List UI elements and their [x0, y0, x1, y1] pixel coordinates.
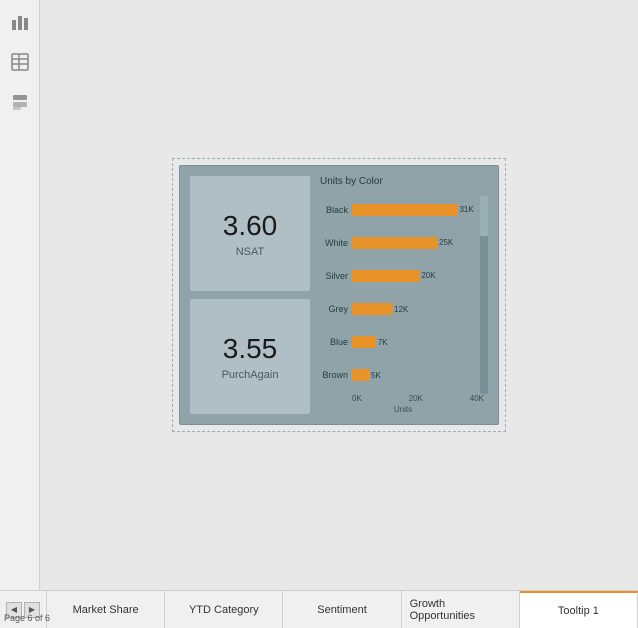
- bar-fill: [352, 303, 393, 315]
- bar-value: 12K: [394, 305, 408, 314]
- layers-icon[interactable]: [8, 90, 32, 114]
- bar-label: Blue: [318, 337, 348, 347]
- bar-value: 5K: [371, 371, 381, 380]
- chart-scrollbar[interactable]: [480, 196, 488, 394]
- nsat-label: NSAT: [236, 246, 265, 258]
- left-panel: 3.60 NSAT 3.55 PurchAgain: [190, 176, 310, 414]
- bar-track: 7K: [352, 336, 488, 348]
- purch-again-label: PurchAgain: [222, 369, 279, 381]
- bar-fill: [352, 369, 370, 381]
- bar-fill: [352, 336, 376, 348]
- bar-label: Black: [318, 205, 348, 215]
- bar-row: Grey 12K: [318, 300, 488, 318]
- bar-value: 25K: [439, 238, 453, 247]
- tab-market-share[interactable]: Market Share: [47, 591, 165, 628]
- purch-again-box: 3.55 PurchAgain: [190, 299, 310, 414]
- nsat-box: 3.60 NSAT: [190, 176, 310, 291]
- bar-row: Black 31K: [318, 201, 488, 219]
- units-by-color-chart: Units by Color Black 31K White 25K Silver 20K…: [318, 176, 488, 414]
- bar-track: 12K: [352, 303, 488, 315]
- chart-area: Black 31K White 25K Silver 20K Grey 12K Blue 7K Br…: [318, 193, 488, 392]
- tooltip-card: 3.60 NSAT 3.55 PurchAgain Units by Color…: [179, 165, 499, 425]
- page-indicator: Page 6 of 6: [0, 608, 50, 628]
- page-label: Page 6 of 6: [4, 613, 50, 623]
- bar-fill: [352, 270, 420, 282]
- axis-title: Units: [318, 405, 488, 414]
- bar-value: 31K: [459, 205, 473, 214]
- bar-label: White: [318, 238, 348, 248]
- tab-tooltip-1[interactable]: Tooltip 1: [520, 591, 638, 628]
- bar-fill: [352, 204, 458, 216]
- bar-row: Brown 5K: [318, 366, 488, 384]
- bar-label: Silver: [318, 271, 348, 281]
- chart-title: Units by Color: [318, 176, 488, 187]
- nsat-value: 3.60: [223, 210, 278, 242]
- purch-again-value: 3.55: [223, 333, 278, 365]
- tab-growth-opportunities[interactable]: Growth Opportunities: [402, 591, 520, 628]
- bar-track: 31K: [352, 204, 488, 216]
- table-icon[interactable]: [8, 50, 32, 74]
- axis-label-40k: 40K: [470, 394, 484, 403]
- axis-label-0k: 0K: [352, 394, 362, 403]
- bar-row: Blue 7K: [318, 333, 488, 351]
- tab-sentiment[interactable]: Sentiment: [283, 591, 401, 628]
- bar-track: 5K: [352, 369, 488, 381]
- bar-track: 20K: [352, 270, 488, 282]
- tab-bar: ◀ ▶ Market Share YTD Category Sentiment …: [0, 590, 638, 628]
- sidebar: [0, 0, 40, 590]
- axis-label-20k: 20K: [409, 394, 423, 403]
- main-content: 3.60 NSAT 3.55 PurchAgain Units by Color…: [40, 0, 638, 590]
- bar-chart-icon[interactable]: [8, 10, 32, 34]
- chart-axis: 0K 20K 40K: [318, 394, 488, 403]
- bar-row: Silver 20K: [318, 267, 488, 285]
- tab-ytd-category[interactable]: YTD Category: [165, 591, 283, 628]
- bar-value: 20K: [421, 271, 435, 280]
- chart-scrollbar-thumb: [480, 196, 488, 236]
- bar-label: Brown: [318, 370, 348, 380]
- bar-row: White 25K: [318, 234, 488, 252]
- bar-fill: [352, 237, 438, 249]
- bar-value: 7K: [378, 338, 388, 347]
- bar-track: 25K: [352, 237, 488, 249]
- bar-label: Grey: [318, 304, 348, 314]
